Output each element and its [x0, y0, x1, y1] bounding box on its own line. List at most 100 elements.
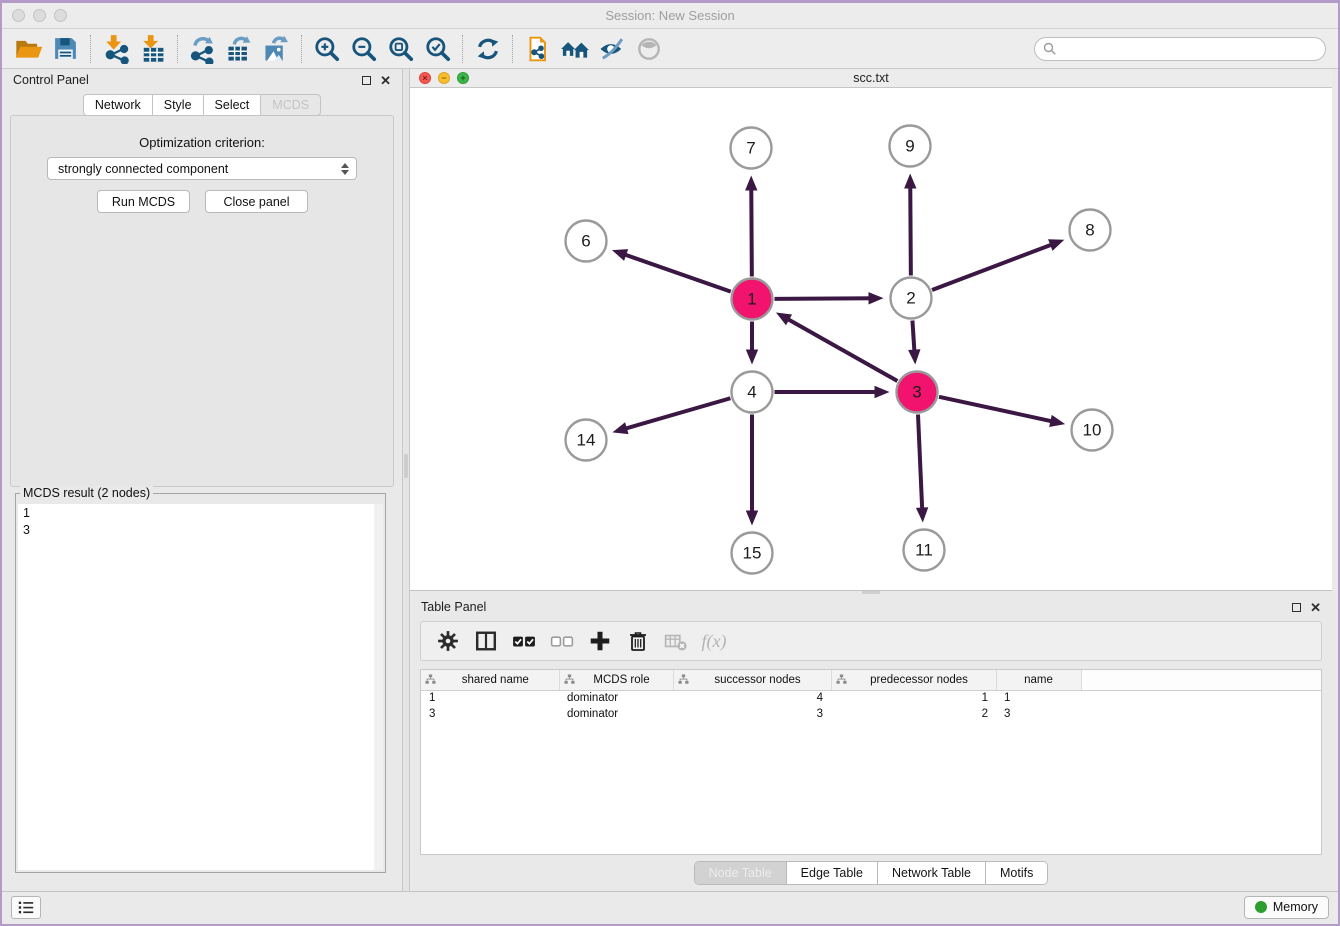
minimize-window-button[interactable] — [33, 9, 46, 22]
run-mcds-button[interactable]: Run MCDS — [97, 190, 190, 213]
tab-edge-table[interactable]: Edge Table — [786, 862, 877, 884]
panel-divider[interactable] — [402, 69, 410, 891]
close-panel-icon[interactable]: ✕ — [380, 74, 391, 87]
mcds-result-text[interactable]: 1 3 — [18, 504, 374, 870]
node-8[interactable]: 8 — [1070, 210, 1111, 251]
cell-successor-nodes[interactable]: 3 — [673, 706, 831, 722]
node-6[interactable]: 6 — [566, 221, 607, 262]
zoom-window-button[interactable] — [54, 9, 67, 22]
edge-1-6[interactable] — [612, 249, 731, 291]
export-network-button[interactable] — [184, 32, 221, 66]
cell-predecessor-nodes[interactable]: 2 — [831, 706, 996, 722]
toolbar-separator — [90, 35, 91, 63]
column-header-name[interactable]: name — [996, 670, 1081, 690]
cell-shared-name[interactable]: 1 — [421, 690, 559, 706]
cell-predecessor-nodes[interactable]: 1 — [831, 690, 996, 706]
save-session-button[interactable] — [47, 32, 84, 66]
column-header-successor-nodes[interactable]: successor nodes — [673, 670, 831, 690]
tab-style[interactable]: Style — [152, 94, 204, 116]
cell-mcds-role[interactable]: dominator — [559, 690, 673, 706]
close-panel-button[interactable]: Close panel — [205, 190, 308, 213]
zoom-out-button[interactable] — [345, 32, 382, 66]
edge-1-2[interactable] — [774, 292, 883, 304]
cell-name[interactable]: 1 — [996, 690, 1081, 706]
zoom-selected-button[interactable] — [419, 32, 456, 66]
delete-columns-button[interactable] — [621, 625, 655, 657]
edge-4-3[interactable] — [775, 386, 890, 398]
network-zoom-button[interactable]: + — [457, 72, 469, 84]
node-11[interactable]: 11 — [904, 530, 945, 571]
edge-3-10[interactable] — [939, 397, 1065, 427]
splitter-handle[interactable] — [862, 591, 880, 594]
deselect-all-rows-button[interactable] — [545, 625, 579, 657]
horizontal-splitter[interactable] — [410, 591, 1332, 595]
edge-2-3[interactable] — [908, 320, 920, 364]
table-row[interactable]: 1dominator411 — [421, 690, 1321, 706]
delete-table-button[interactable] — [659, 625, 693, 657]
network-canvas[interactable]: 7 9 6 8 1 2 4 3 14 10 15 11 — [410, 88, 1332, 590]
show-columns-button[interactable] — [469, 625, 503, 657]
table-options-button[interactable] — [431, 625, 465, 657]
node-1[interactable]: 1 — [732, 279, 773, 320]
table-row[interactable]: 3dominator323 — [421, 706, 1321, 722]
apply-layout-button[interactable] — [469, 32, 506, 66]
edge-3-11[interactable] — [916, 414, 928, 522]
edge-3-1[interactable] — [776, 313, 897, 381]
search-input[interactable] — [1034, 37, 1326, 61]
network-close-button[interactable]: × — [419, 72, 431, 84]
edge-4-15[interactable] — [746, 415, 758, 526]
new-network-from-selection-button[interactable] — [519, 32, 556, 66]
hide-selected-button[interactable] — [593, 32, 630, 66]
tab-select[interactable]: Select — [203, 94, 262, 116]
close-table-panel-icon[interactable]: ✕ — [1310, 601, 1321, 614]
float-panel-icon[interactable] — [362, 76, 371, 85]
memory-button[interactable]: Memory — [1244, 896, 1329, 919]
cell-mcds-role[interactable]: dominator — [559, 706, 673, 722]
cell-name[interactable]: 3 — [996, 706, 1081, 722]
zoom-fit-button[interactable] — [382, 32, 419, 66]
node-14[interactable]: 14 — [566, 420, 607, 461]
column-header-predecessor-nodes[interactable]: predecessor nodes — [831, 670, 996, 690]
tab-network-table[interactable]: Network Table — [877, 862, 985, 884]
column-header-shared-name[interactable]: shared name — [421, 670, 559, 690]
open-session-button[interactable] — [10, 32, 47, 66]
edge-2-9[interactable] — [904, 173, 916, 275]
cell-successor-nodes[interactable]: 4 — [673, 690, 831, 706]
optimization-criterion-select[interactable]: strongly connected component — [47, 157, 357, 180]
zoom-in-button[interactable] — [308, 32, 345, 66]
column-header-mcds-role[interactable]: MCDS role — [559, 670, 673, 690]
tab-node-table[interactable]: Node Table — [695, 862, 786, 884]
node-4[interactable]: 4 — [732, 372, 773, 413]
apply-function-button[interactable]: f(x) — [697, 625, 731, 657]
node-15[interactable]: 15 — [732, 533, 773, 574]
node-3[interactable]: 3 — [897, 372, 938, 413]
edge-1-4[interactable] — [746, 322, 758, 365]
node-9[interactable]: 9 — [890, 126, 931, 167]
result-scrollbar[interactable] — [374, 504, 383, 870]
task-history-button[interactable] — [11, 896, 41, 919]
arrowhead-icon — [1048, 239, 1064, 251]
float-table-panel-icon[interactable] — [1292, 603, 1301, 612]
tab-mcds[interactable]: MCDS — [260, 94, 321, 116]
node-table[interactable]: shared nameMCDS rolesuccessor nodesprede… — [421, 670, 1321, 722]
tab-motifs[interactable]: Motifs — [985, 862, 1047, 884]
edge-2-8[interactable] — [932, 239, 1064, 290]
first-neighbors-button[interactable] — [556, 32, 593, 66]
edge-4-14[interactable] — [612, 398, 730, 434]
cell-shared-name[interactable]: 3 — [421, 706, 559, 722]
edge-1-7[interactable] — [745, 175, 757, 276]
select-all-rows-button[interactable] — [507, 625, 541, 657]
node-10[interactable]: 10 — [1072, 410, 1113, 451]
node-7[interactable]: 7 — [731, 128, 772, 169]
tab-network[interactable]: Network — [83, 94, 153, 116]
close-window-button[interactable] — [12, 9, 25, 22]
export-image-button[interactable] — [258, 32, 295, 66]
add-column-button[interactable] — [583, 625, 617, 657]
node-2[interactable]: 2 — [891, 278, 932, 319]
import-network-button[interactable] — [97, 32, 134, 66]
show-all-button[interactable] — [630, 32, 667, 66]
export-table-button[interactable] — [221, 32, 258, 66]
network-minimize-button[interactable]: − — [438, 72, 450, 84]
import-table-button[interactable] — [134, 32, 171, 66]
divider-handle[interactable] — [404, 454, 408, 478]
